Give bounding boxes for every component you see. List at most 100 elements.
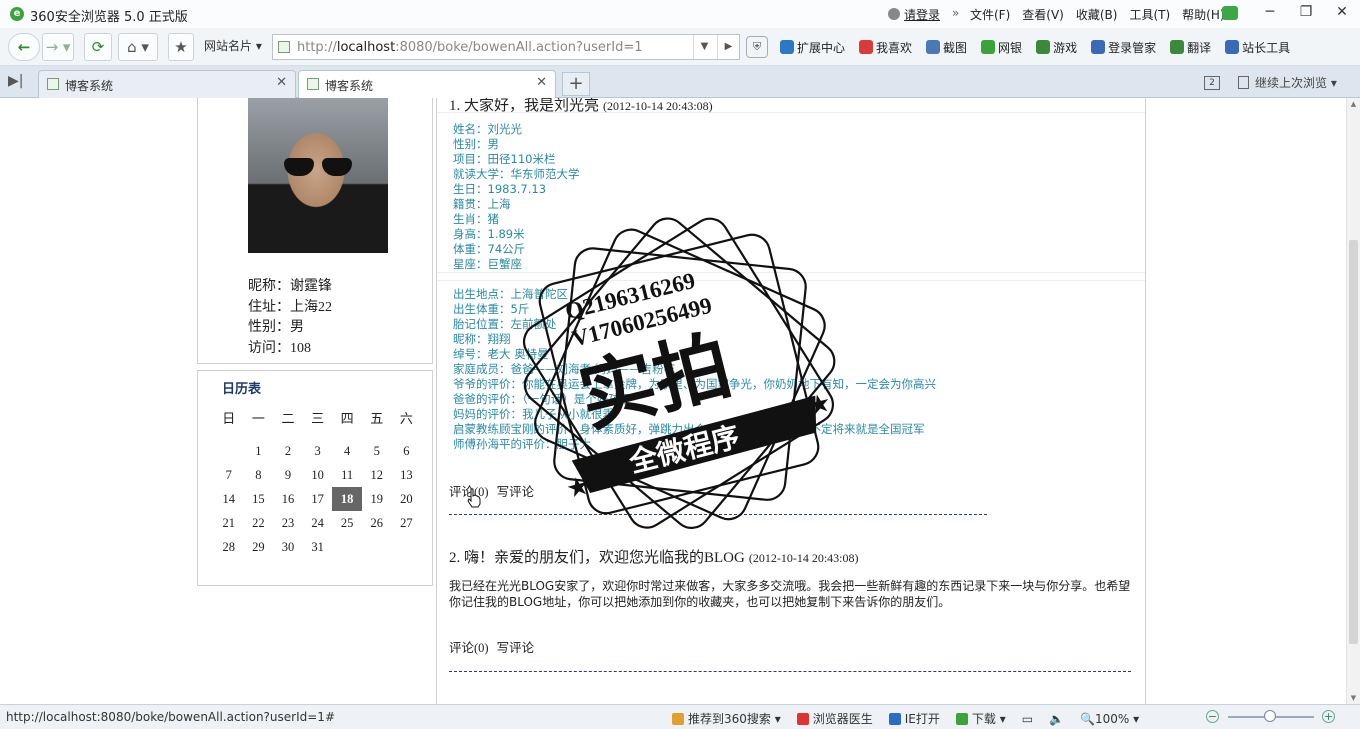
calendar-day[interactable]: 17 — [303, 487, 333, 511]
calendar-day[interactable]: 13 — [392, 463, 422, 487]
menu-expand-icon[interactable]: » — [952, 6, 959, 20]
calendar-day[interactable]: 25 — [332, 511, 362, 535]
browser-doctor[interactable]: 浏览器医生 — [796, 710, 873, 727]
calendar-day[interactable]: 8 — [244, 463, 274, 487]
zoom-out-icon[interactable]: − — [1206, 710, 1219, 723]
extension-label[interactable]: 我喜欢 — [876, 41, 912, 55]
login-link[interactable]: 请登录 — [888, 6, 940, 23]
write-comment-link[interactable]: 写评论 — [497, 485, 535, 499]
tab-blog-1[interactable]: 博客系统 ✕ — [38, 70, 296, 98]
menu-view[interactable]: 查看(V) — [1022, 6, 1064, 23]
calendar-day[interactable]: 7 — [214, 463, 244, 487]
calendar-day[interactable]: 31 — [303, 535, 333, 559]
zoom-value[interactable]: 100% — [1095, 712, 1129, 726]
calendar-day[interactable]: 1 — [244, 439, 274, 463]
scroll-down-icon[interactable]: ▼ — [1349, 694, 1358, 702]
download-button[interactable]: 下载 ▾ — [955, 710, 1006, 727]
menu-tools[interactable]: 工具(T) — [1129, 6, 1170, 23]
restore-button[interactable]: ❐ — [1288, 0, 1324, 24]
zoom-level[interactable]: 🔍100% ▾ — [1080, 712, 1139, 726]
zoom-slider-handle[interactable] — [1264, 710, 1276, 722]
skin-icon[interactable] — [1222, 6, 1238, 20]
calendar-day[interactable]: 9 — [273, 463, 303, 487]
menu-file[interactable]: 文件(F) — [970, 6, 1010, 23]
extension-label[interactable]: 游戏 — [1053, 41, 1077, 55]
calendar-day[interactable]: 29 — [244, 535, 274, 559]
extension-label[interactable]: 站长工具 — [1242, 41, 1290, 55]
extension-label[interactable]: 登录管家 — [1108, 41, 1156, 55]
calendar-day[interactable]: 2 — [273, 439, 303, 463]
address-bar[interactable]: http://localhost:8080/boke/bowenAll.acti… — [272, 34, 740, 60]
recommend-label[interactable]: 推荐到360搜索 — [688, 712, 771, 726]
calendar-day[interactable]: 4 — [332, 439, 362, 463]
vertical-scrollbar[interactable]: ▲ ▼ — [1346, 98, 1360, 704]
calendar-today[interactable]: 18 — [332, 487, 362, 511]
download-label[interactable]: 下载 — [972, 712, 996, 726]
extension-3[interactable]: 网银 — [981, 39, 1022, 56]
refresh-button[interactable]: ⟳ — [84, 33, 112, 61]
open-in-ie[interactable]: IE打开 — [888, 710, 940, 727]
forward-button[interactable]: → ▾ — [42, 33, 74, 61]
menu-favorites[interactable]: 收藏(B) — [1076, 6, 1118, 23]
calendar-day[interactable]: 26 — [362, 511, 392, 535]
close-tab-icon[interactable]: ✕ — [276, 75, 287, 90]
calendar-day[interactable]: 15 — [244, 487, 274, 511]
resume-label[interactable]: 继续上次浏览 — [1255, 76, 1327, 90]
comment-link[interactable]: 评论(0) — [449, 641, 489, 655]
menu-help[interactable]: 帮助(H) — [1182, 6, 1224, 23]
write-comment-link[interactable]: 写评论 — [497, 641, 535, 655]
calendar-day[interactable]: 24 — [303, 511, 333, 535]
close-tab-icon[interactable]: ✕ — [536, 75, 547, 90]
calendar-day[interactable]: 28 — [214, 535, 244, 559]
extension-1[interactable]: 我喜欢 — [859, 39, 912, 56]
sidebar-toggle-icon[interactable]: ▶| — [8, 73, 23, 89]
new-tab-button[interactable]: + — [562, 72, 590, 96]
tab-blog-2[interactable]: 博客系统 ✕ — [298, 70, 556, 99]
extension-0[interactable]: 扩展中心 — [780, 39, 845, 56]
url-history-dropdown-icon[interactable]: ▼ — [693, 35, 715, 59]
minimize-button[interactable]: ─ — [1252, 0, 1288, 24]
go-button[interactable]: ▶ — [717, 35, 739, 59]
extension-7[interactable]: 站长工具 — [1225, 39, 1290, 56]
post-title-text[interactable]: 1. 大家好，我是刘光亮 — [449, 98, 599, 114]
extension-label[interactable]: 扩展中心 — [797, 41, 845, 55]
calendar-day[interactable]: 27 — [392, 511, 422, 535]
close-button[interactable]: ✕ — [1324, 0, 1360, 24]
calendar-day[interactable]: 22 — [244, 511, 274, 535]
extension-6[interactable]: 翻译 — [1170, 39, 1211, 56]
scroll-up-icon[interactable]: ▲ — [1349, 100, 1358, 108]
scroll-thumb[interactable] — [1349, 240, 1358, 644]
post-title[interactable]: 1. 大家好，我是刘光亮 (2012-10-14 20:43:08) — [449, 98, 713, 115]
closed-tabs-count[interactable]: 2 — [1204, 76, 1220, 90]
extension-4[interactable]: 游戏 — [1036, 39, 1077, 56]
site-card-dropdown[interactable]: 网站名片 ▾ — [204, 34, 262, 58]
ie-label[interactable]: IE打开 — [905, 712, 940, 726]
calendar-day[interactable]: 23 — [273, 511, 303, 535]
calendar-day[interactable]: 14 — [214, 487, 244, 511]
favorite-star-button[interactable]: ★ — [168, 33, 194, 61]
doctor-label[interactable]: 浏览器医生 — [813, 712, 873, 726]
home-button[interactable]: ⌂ ▾ — [118, 33, 158, 61]
calendar-day[interactable]: 11 — [332, 463, 362, 487]
calendar-day[interactable]: 10 — [303, 463, 333, 487]
calendar-day[interactable]: 19 — [362, 487, 392, 511]
recommend-360-search[interactable]: 推荐到360搜索 ▾ — [672, 710, 781, 727]
calendar-day[interactable]: 20 — [392, 487, 422, 511]
calendar-day[interactable]: 21 — [214, 511, 244, 535]
back-button[interactable]: ← — [8, 33, 40, 61]
resume-last-session[interactable]: 继续上次浏览 ▾ — [1238, 74, 1337, 91]
extension-5[interactable]: 登录管家 — [1091, 39, 1156, 56]
post-title-text[interactable]: 2. 嗨！亲爱的朋友们，欢迎您光临我的BLOG — [449, 550, 745, 566]
extension-label[interactable]: 翻译 — [1187, 41, 1211, 55]
extension-label[interactable]: 截图 — [943, 41, 967, 55]
url-input[interactable]: http://localhost:8080/boke/bowenAll.acti… — [297, 40, 643, 55]
volume-icon[interactable]: 🔈 — [1049, 712, 1064, 726]
calendar-day[interactable]: 16 — [273, 487, 303, 511]
calendar-day[interactable]: 12 — [362, 463, 392, 487]
site-card-label[interactable]: 网站名片 — [204, 39, 252, 53]
calendar-day[interactable]: 5 — [362, 439, 392, 463]
screen-icon[interactable]: ▭ — [1022, 712, 1033, 726]
calendar-day[interactable]: 3 — [303, 439, 333, 463]
extension-label[interactable]: 网银 — [998, 41, 1022, 55]
post-title[interactable]: 2. 嗨！亲爱的朋友们，欢迎您光临我的BLOG (2012-10-14 20:43… — [449, 546, 859, 567]
